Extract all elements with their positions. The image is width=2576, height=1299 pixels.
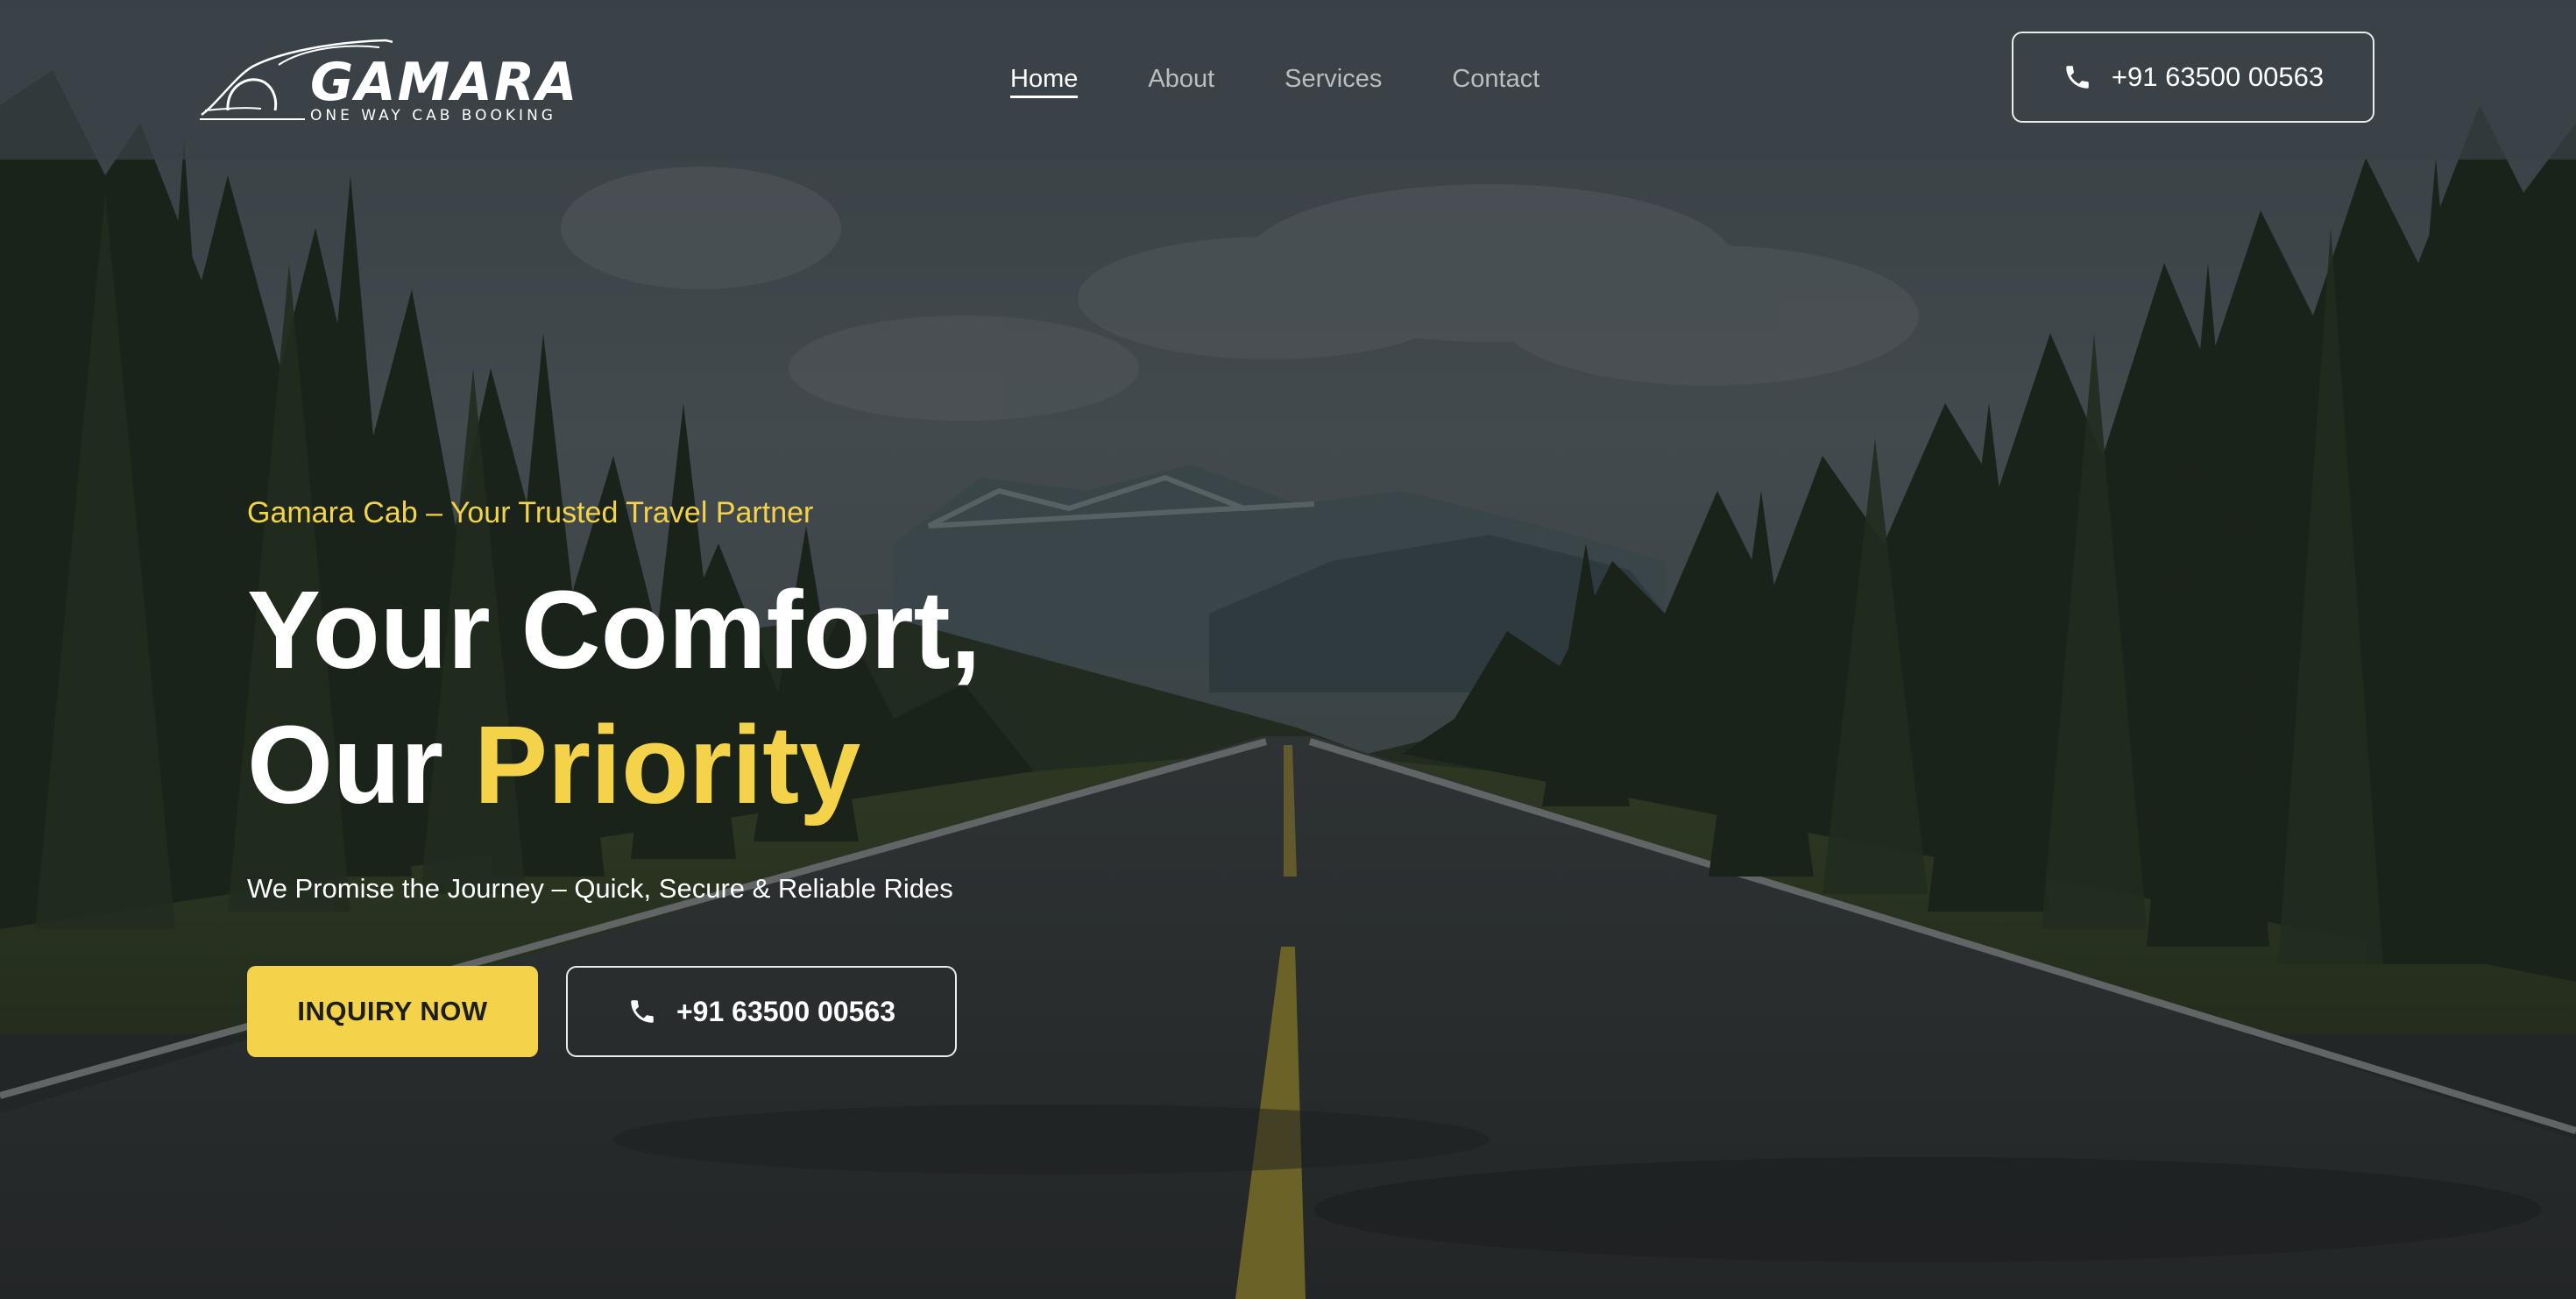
hero-kicker: Gamara Cab – Your Trusted Travel Partner	[247, 496, 814, 529]
nav-item-home[interactable]: Home	[1010, 61, 1079, 98]
hero-title-line2-prefix: Our	[247, 703, 475, 827]
hero-phone-button[interactable]: +91 63500 00563	[566, 966, 957, 1057]
nav-item-contact[interactable]: Contact	[1452, 61, 1539, 96]
phone-icon	[627, 997, 657, 1026]
brand-logo[interactable]: GAMARA ONE WAY CAB BOOKING	[200, 25, 577, 130]
site-header: GAMARA ONE WAY CAB BOOKING Home About Se…	[0, 0, 2576, 160]
header-phone-label: +91 63500 00563	[2111, 61, 2325, 92]
header-phone-button[interactable]: +91 63500 00563	[2012, 32, 2374, 123]
nav-item-services[interactable]: Services	[1284, 61, 1382, 96]
brand-name: GAMARA	[310, 52, 579, 113]
hero-phone-label: +91 63500 00563	[676, 995, 896, 1027]
hero-title-accent: Priority	[474, 703, 861, 827]
hero-subtitle: We Promise the Journey – Quick, Secure &…	[247, 873, 953, 904]
nav-item-about[interactable]: About	[1148, 61, 1214, 96]
hero-title: Your Comfort, Our Priority	[247, 563, 981, 833]
brand-tagline: ONE WAY CAB BOOKING	[310, 107, 556, 124]
hero-title-line1: Your Comfort,	[247, 568, 981, 692]
inquiry-now-button[interactable]: INQUIRY NOW	[247, 966, 538, 1057]
main-nav: Home About Services Contact	[1010, 61, 1610, 98]
phone-icon	[2063, 62, 2092, 92]
